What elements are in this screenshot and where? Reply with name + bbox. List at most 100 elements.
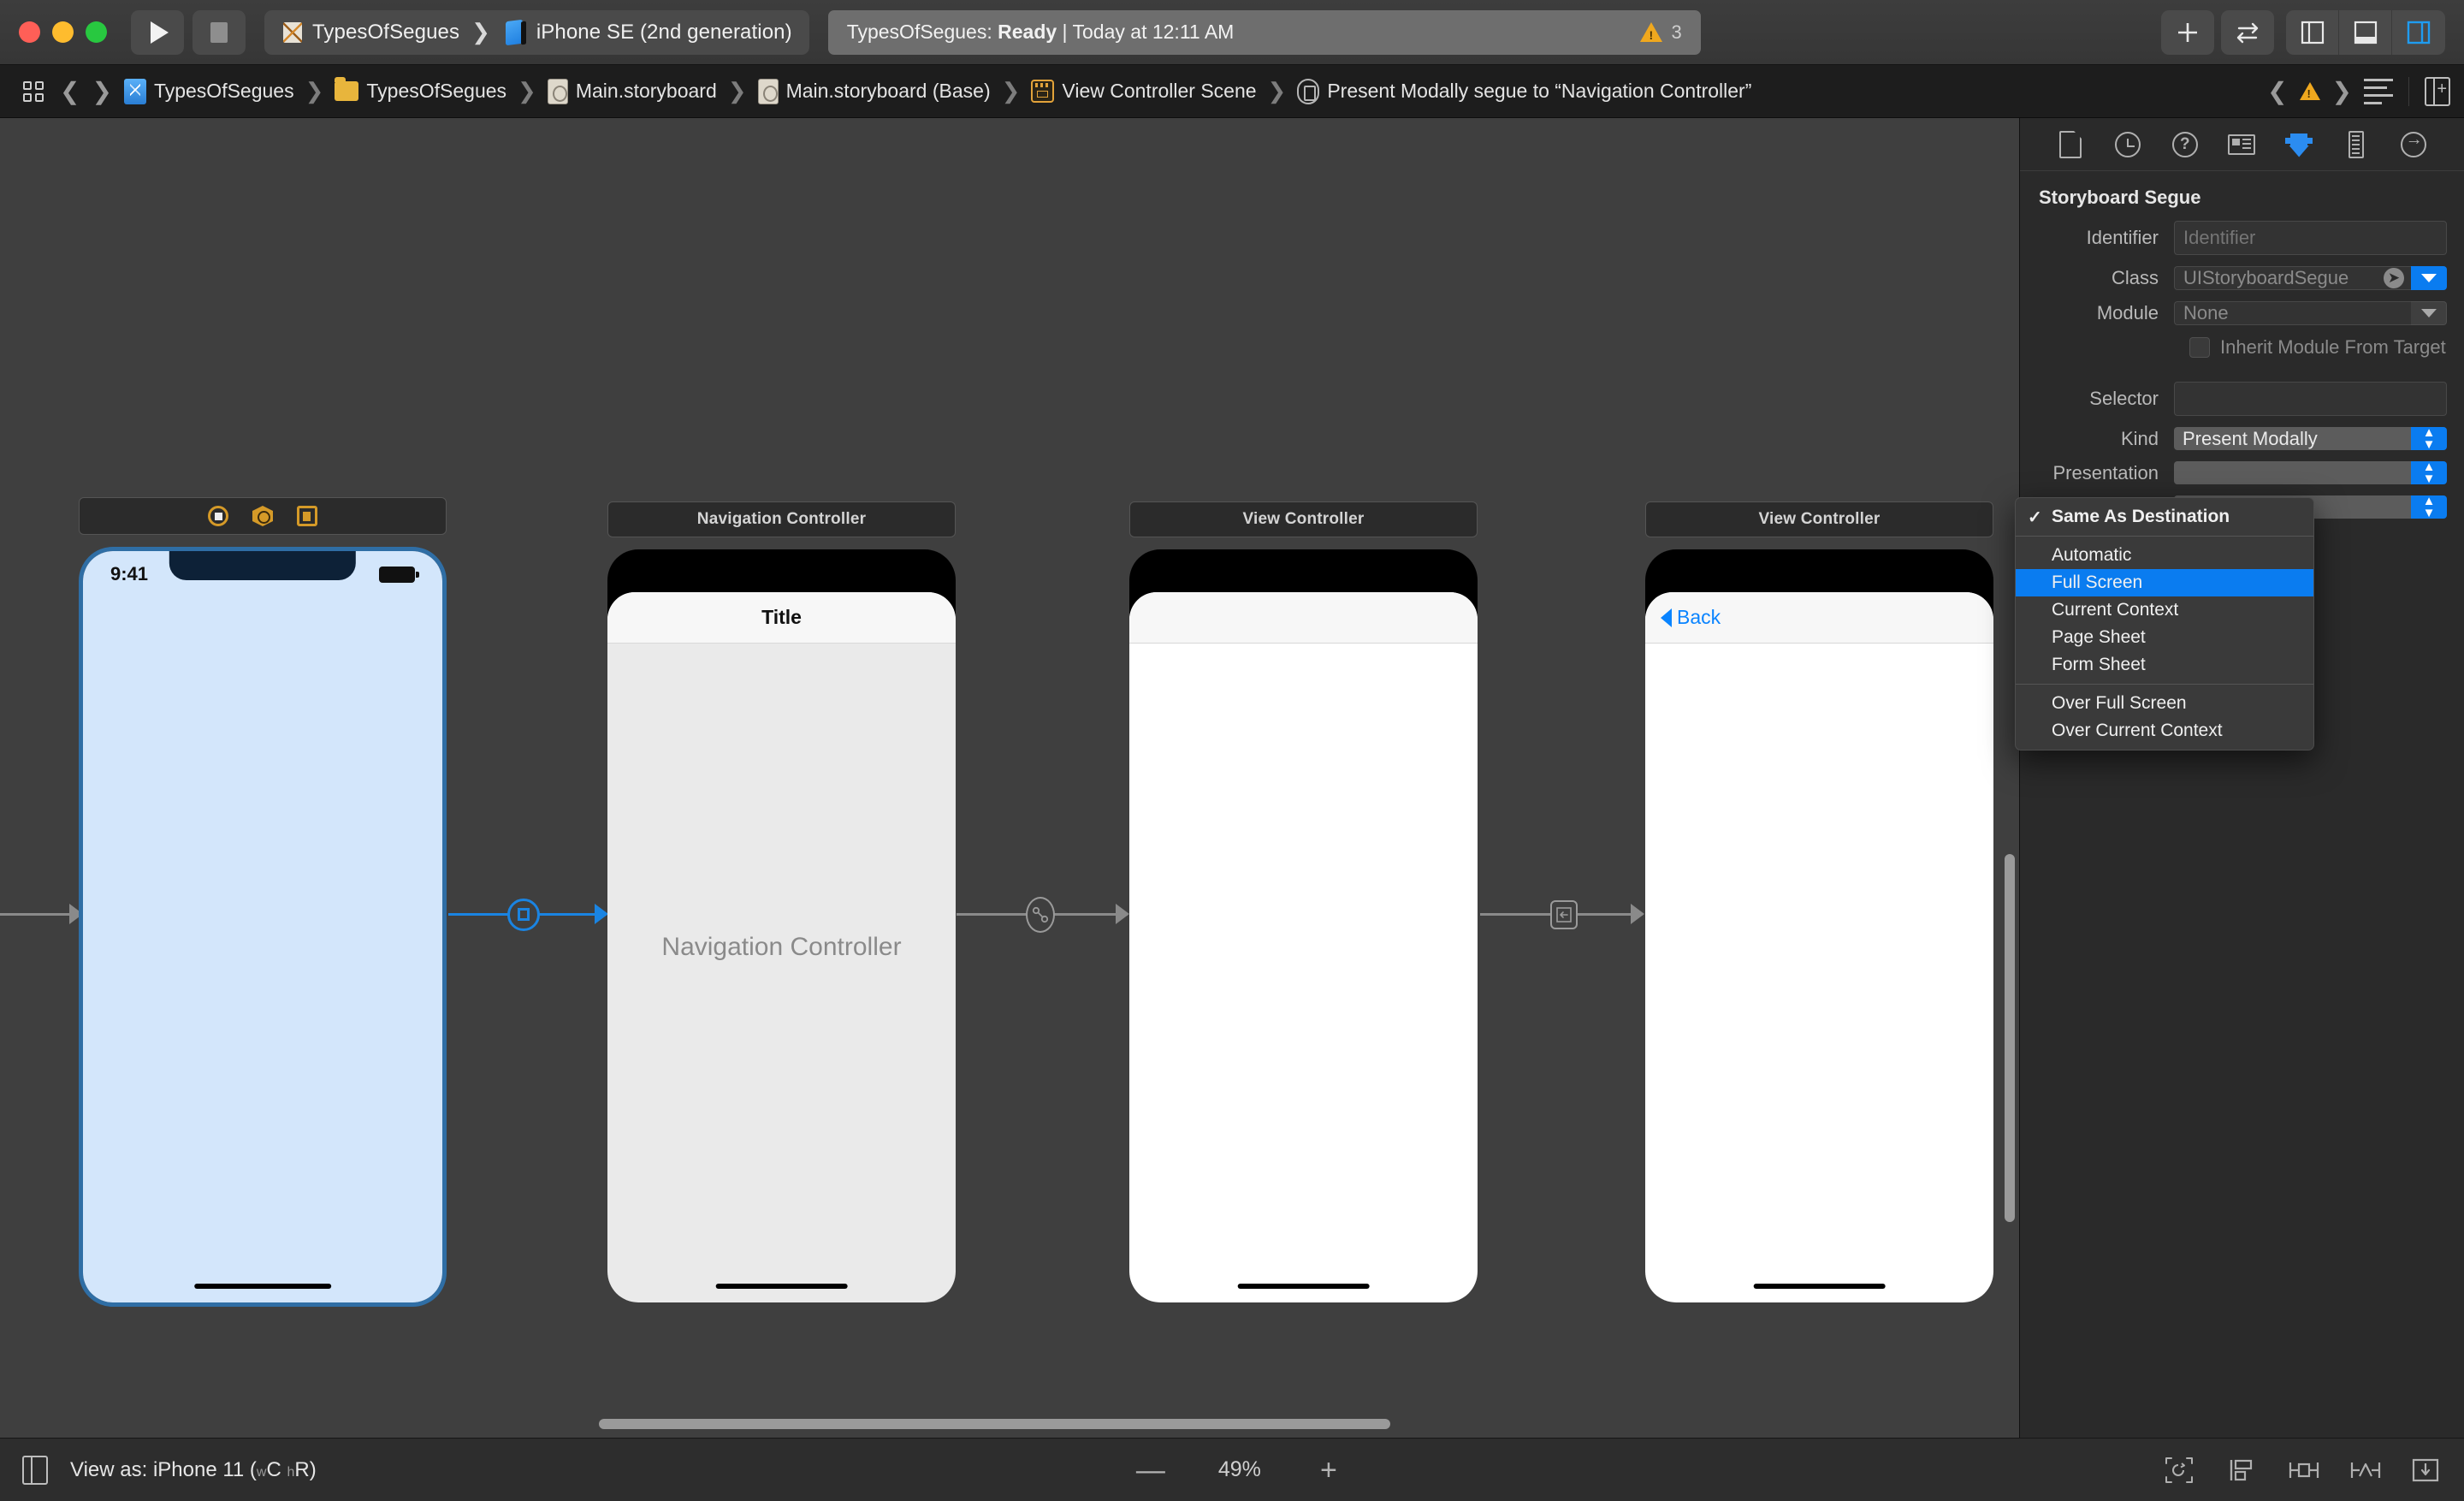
add-constraints-icon[interactable] bbox=[2348, 1456, 2381, 1485]
scheme-destination-control[interactable]: TypesOfSegues ❯ iPhone SE (2nd generatio… bbox=[264, 9, 809, 55]
inspector-section-title: Storyboard Segue bbox=[2039, 187, 2201, 208]
library-add-button[interactable] bbox=[2161, 9, 2214, 55]
selector-input[interactable] bbox=[2174, 382, 2447, 416]
menu-item-over-full-screen[interactable]: Over Full Screen bbox=[2016, 690, 2313, 717]
class-dropdown-button[interactable] bbox=[2411, 266, 2447, 290]
breadcrumb-item-3[interactable]: Main.storyboard (Base) bbox=[753, 72, 996, 111]
canvas-vertical-scrollbar[interactable] bbox=[2005, 854, 2015, 1222]
align-icon[interactable] bbox=[2286, 1456, 2319, 1485]
scene-title[interactable]: Navigation Controller bbox=[607, 501, 956, 537]
embed-in-icon[interactable] bbox=[2224, 1456, 2257, 1485]
view-controller-dock-icon[interactable] bbox=[208, 506, 228, 526]
first-responder-dock-icon[interactable] bbox=[252, 506, 273, 526]
menu-item-same-as-destination[interactable]: ✓ Same As Destination bbox=[2016, 503, 2313, 531]
menu-item-over-current-context[interactable]: Over Current Context bbox=[2016, 717, 2313, 745]
segue-connector-show[interactable] bbox=[1480, 899, 1644, 929]
add-editor-icon[interactable] bbox=[2425, 76, 2450, 106]
scene-view-controller-2[interactable]: View Controller bbox=[1129, 501, 1478, 1302]
device-canvas[interactable]: 9:41 bbox=[79, 547, 447, 1307]
tab-history-inspector[interactable] bbox=[2110, 127, 2146, 163]
tab-quick-help-inspector[interactable]: ? bbox=[2167, 127, 2203, 163]
scene-navigation-controller[interactable]: Navigation Controller Title Navigation C… bbox=[607, 501, 956, 1302]
menu-item-form-sheet[interactable]: Form Sheet bbox=[2016, 651, 2313, 679]
module-value[interactable]: None bbox=[2174, 301, 2411, 325]
segue-badge-relationship[interactable] bbox=[1026, 896, 1055, 933]
canvas-horizontal-scrollbar[interactable] bbox=[599, 1419, 1390, 1429]
file-inspector-icon bbox=[2059, 130, 2082, 158]
tab-identity-inspector[interactable] bbox=[2224, 127, 2260, 163]
presentation-popup-button[interactable]: ▲ ▼ bbox=[2174, 460, 2447, 485]
scene-title[interactable]: View Controller bbox=[1129, 501, 1478, 537]
segue-connector-modal[interactable] bbox=[448, 898, 608, 931]
breadcrumb-item-4[interactable]: View Controller Scene bbox=[1026, 72, 1261, 111]
scene-view-controller-3[interactable]: View Controller Back bbox=[1645, 501, 1993, 1302]
zoom-in-button[interactable]: + bbox=[1314, 1456, 1343, 1485]
menu-item-current-context[interactable]: Current Context bbox=[2016, 596, 2313, 624]
inherit-module-checkbox[interactable] bbox=[2189, 337, 2210, 358]
zoom-window-button[interactable] bbox=[86, 21, 107, 43]
identifier-input[interactable] bbox=[2174, 221, 2447, 255]
toggle-navigator-button[interactable] bbox=[2286, 9, 2339, 55]
inherit-module-row[interactable]: Inherit Module From Target bbox=[2020, 336, 2464, 359]
menu-item-full-screen[interactable]: Full Screen bbox=[2016, 569, 2313, 596]
class-value[interactable]: UIStoryboardSegue ➤ bbox=[2174, 266, 2411, 290]
breadcrumb-item-2[interactable]: Main.storyboard bbox=[542, 72, 722, 111]
activity-status-field[interactable]: TypesOfSegues: Ready | Today at 12:11 AM… bbox=[827, 9, 1701, 55]
class-combo[interactable]: UIStoryboardSegue ➤ bbox=[2174, 266, 2447, 290]
menu-item-page-sheet[interactable]: Page Sheet bbox=[2016, 624, 2313, 651]
warning-triangle-icon[interactable] bbox=[2299, 82, 2320, 100]
toggle-inspector-button[interactable] bbox=[2392, 10, 2445, 55]
scene-view-controller-1[interactable]: 9:41 bbox=[79, 497, 447, 1307]
forward-button[interactable]: ❯ bbox=[86, 77, 116, 105]
module-combo[interactable]: None bbox=[2174, 301, 2447, 325]
scene-screen[interactable]: 9:41 bbox=[83, 551, 442, 1302]
tab-attributes-inspector[interactable] bbox=[2281, 127, 2317, 163]
view-as-control[interactable]: View as: iPhone 11 (wC hR) bbox=[22, 1455, 317, 1485]
scene-screen[interactable]: Back bbox=[1645, 592, 1993, 1302]
tab-file-inspector[interactable] bbox=[2052, 127, 2088, 163]
issue-badge[interactable]: 3 bbox=[1640, 21, 1682, 44]
breadcrumb-item-5[interactable]: Present Modally segue to “Navigation Con… bbox=[1292, 72, 1756, 111]
scene-screen[interactable] bbox=[1129, 592, 1478, 1302]
breadcrumb-item-0[interactable]: TypesOfSegues bbox=[119, 72, 299, 111]
minimize-window-button[interactable] bbox=[52, 21, 74, 43]
update-frames-icon[interactable] bbox=[2163, 1456, 2195, 1485]
kind-stepper-icon[interactable]: ▲ ▼ bbox=[2411, 426, 2447, 451]
exit-dock-icon[interactable] bbox=[297, 506, 317, 526]
device-canvas[interactable]: Title Navigation Controller bbox=[607, 549, 956, 1302]
scene-screen[interactable]: Title Navigation Controller bbox=[607, 592, 956, 1302]
warning-count: 3 bbox=[1671, 21, 1682, 43]
previous-issue-button[interactable]: ❮ bbox=[2259, 77, 2295, 105]
resolve-auto-layout-icon[interactable] bbox=[2409, 1456, 2442, 1485]
zoom-out-button[interactable]: — bbox=[1136, 1456, 1165, 1485]
presentation-stepper-icon[interactable]: ▲ ▼ bbox=[2411, 460, 2447, 485]
document-items-icon[interactable] bbox=[2364, 78, 2393, 104]
tab-size-inspector[interactable] bbox=[2338, 127, 2374, 163]
kind-popup-button[interactable]: Present Modally ▲ ▼ bbox=[2174, 426, 2447, 451]
toggle-debug-area-button[interactable] bbox=[2339, 9, 2392, 55]
menu-item-automatic[interactable]: Automatic bbox=[2016, 542, 2313, 569]
device-canvas[interactable] bbox=[1129, 549, 1478, 1302]
back-button-label[interactable]: Back bbox=[1677, 606, 1721, 629]
transition-stepper-icon[interactable]: ▲ ▼ bbox=[2411, 495, 2447, 519]
close-window-button[interactable] bbox=[19, 21, 40, 43]
segue-badge-show[interactable] bbox=[1550, 899, 1578, 929]
related-items-button[interactable] bbox=[14, 72, 53, 111]
back-button[interactable]: ❮ bbox=[55, 77, 85, 105]
run-button[interactable] bbox=[131, 9, 184, 55]
breadcrumb-item-1[interactable]: TypesOfSegues bbox=[329, 72, 512, 111]
storyboard-canvas[interactable]: 9:41 Navigation Controller Title Navigat… bbox=[0, 118, 2019, 1438]
tab-connections-inspector[interactable] bbox=[2396, 127, 2431, 163]
next-issue-button[interactable]: ❯ bbox=[2324, 77, 2360, 105]
module-dropdown-button[interactable] bbox=[2411, 301, 2447, 325]
stop-button[interactable] bbox=[192, 9, 246, 55]
jump-to-definition-icon[interactable]: ➤ bbox=[2384, 268, 2404, 288]
segue-badge-modal[interactable] bbox=[507, 898, 540, 931]
device-canvas[interactable]: Back bbox=[1645, 549, 1993, 1302]
scene-titlebar[interactable] bbox=[79, 497, 447, 535]
scene-title[interactable]: View Controller bbox=[1645, 501, 1993, 537]
segue-connector-relationship[interactable] bbox=[957, 896, 1129, 933]
code-review-button[interactable] bbox=[2221, 9, 2274, 55]
presentation-dropdown-menu[interactable]: ✓ Same As Destination Automatic Full Scr… bbox=[2015, 497, 2314, 750]
device-outline-icon[interactable] bbox=[22, 1455, 48, 1485]
